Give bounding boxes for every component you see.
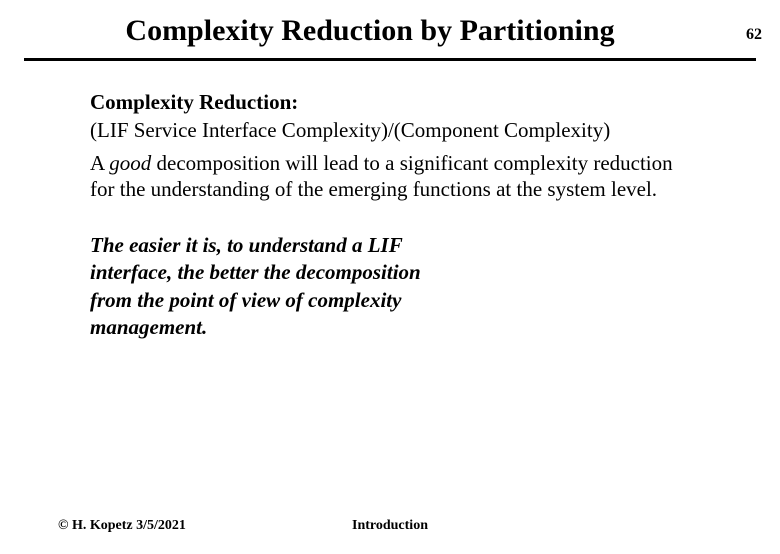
slide-title: Complexity Reduction by Partitioning bbox=[60, 14, 680, 58]
page-number: 62 bbox=[746, 26, 762, 44]
italic-statement: The easier it is, to understand a LIF in… bbox=[90, 232, 430, 341]
body-emphasis: good bbox=[109, 151, 151, 175]
content-area: Complexity Reduction: (LIF Service Inter… bbox=[90, 89, 690, 341]
body-paragraph: A good decomposition will lead to a sign… bbox=[90, 150, 690, 203]
subheading: Complexity Reduction: bbox=[90, 89, 690, 115]
footer-center: Introduction bbox=[0, 518, 780, 534]
body-text-suffix: decomposition will lead to a significant… bbox=[90, 151, 673, 201]
formula-line: (LIF Service Interface Complexity)/(Comp… bbox=[90, 117, 690, 143]
body-text-prefix: A bbox=[90, 151, 109, 175]
title-divider bbox=[24, 58, 756, 61]
